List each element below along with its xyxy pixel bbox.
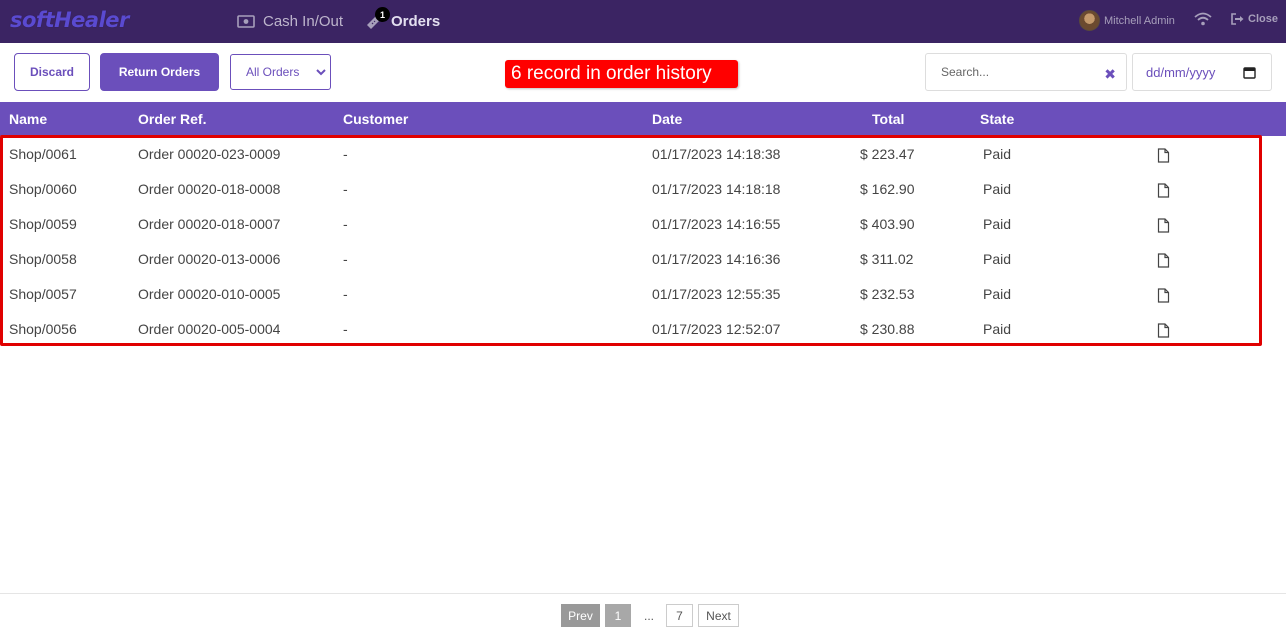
receipt-document-icon[interactable] bbox=[1157, 148, 1170, 168]
close-label: Close bbox=[1248, 13, 1278, 25]
clear-search-icon[interactable]: ✖ bbox=[1104, 66, 1116, 83]
cell-date: 01/17/2023 12:55:35 bbox=[652, 286, 781, 302]
cell-total: $ 162.90 bbox=[860, 181, 915, 197]
pagination-next-button[interactable]: Next bbox=[698, 604, 739, 627]
user-name: Mitchell Admin bbox=[1104, 14, 1175, 27]
pagination-page-last[interactable]: 7 bbox=[666, 604, 693, 627]
cell-state: Paid bbox=[983, 286, 1012, 302]
column-header-customer: Customer bbox=[343, 111, 409, 127]
column-header-total: Total bbox=[872, 111, 905, 127]
pagination-ellipsis: ... bbox=[643, 608, 654, 623]
table-row[interactable]: Shop/0058 Order 00020-013-0006 - 01/17/2023… bbox=[0, 242, 1286, 277]
cell-order-ref: Order 00020-018-0007 bbox=[138, 216, 281, 232]
cell-name: Shop/0061 bbox=[9, 146, 77, 162]
search-placeholder: Search... bbox=[941, 65, 990, 79]
cell-name: Shop/0056 bbox=[9, 321, 77, 337]
table-row[interactable]: Shop/0059 Order 00020-018-0007 - 01/17/2023… bbox=[0, 207, 1286, 242]
table-row[interactable]: Shop/0056 Order 00020-005-0004 - 01/17/2023… bbox=[0, 312, 1286, 347]
cell-date: 01/17/2023 14:18:18 bbox=[652, 181, 781, 197]
search-input[interactable]: Search... ✖ bbox=[925, 53, 1127, 91]
nav-orders-label: Orders bbox=[391, 13, 441, 30]
cell-order-ref: Order 00020-010-0005 bbox=[138, 286, 281, 302]
receipt-document-icon[interactable] bbox=[1157, 183, 1170, 203]
close-button[interactable]: Close bbox=[1231, 13, 1278, 25]
calendar-icon[interactable] bbox=[1243, 66, 1256, 82]
discard-button[interactable]: Discard bbox=[14, 53, 90, 91]
chevron-down-icon bbox=[316, 66, 326, 81]
cell-date: 01/17/2023 14:16:55 bbox=[652, 216, 781, 232]
nav-orders[interactable]: 1 Orders bbox=[365, 0, 440, 43]
cell-customer: - bbox=[343, 146, 348, 162]
wifi-icon bbox=[1194, 12, 1212, 31]
pagination-prev-button[interactable]: Prev bbox=[561, 604, 600, 627]
receipt-document-icon[interactable] bbox=[1157, 253, 1170, 273]
cell-total: $ 223.47 bbox=[860, 146, 915, 162]
column-header-name: Name bbox=[9, 111, 48, 127]
sign-out-icon bbox=[1231, 13, 1244, 25]
cell-customer: - bbox=[343, 216, 348, 232]
column-header-order-ref: Order Ref. bbox=[138, 111, 207, 127]
top-bar: softHealer Cash In/Out 1 Orders Mitchell… bbox=[0, 0, 1286, 43]
table-row[interactable]: Shop/0057 Order 00020-010-0005 - 01/17/2023… bbox=[0, 277, 1286, 312]
nav-cash-label: Cash In/Out bbox=[263, 13, 344, 30]
cell-state: Paid bbox=[983, 216, 1012, 232]
column-header-date: Date bbox=[652, 111, 683, 127]
user-menu[interactable]: Mitchell Admin bbox=[1079, 10, 1175, 31]
footer-divider bbox=[0, 593, 1286, 594]
cell-date: 01/17/2023 12:52:07 bbox=[652, 321, 781, 337]
cell-name: Shop/0059 bbox=[9, 216, 77, 232]
date-filter-input[interactable]: dd/mm/yyyy bbox=[1132, 53, 1272, 91]
cell-order-ref: Order 00020-023-0009 bbox=[138, 146, 281, 162]
table-row[interactable]: Shop/0061 Order 00020-023-0009 - 01/17/2023… bbox=[0, 137, 1286, 172]
cell-total: $ 311.02 bbox=[860, 251, 914, 267]
cell-total: $ 230.88 bbox=[860, 321, 915, 337]
cell-name: Shop/0060 bbox=[9, 181, 77, 197]
cell-date: 01/17/2023 14:16:36 bbox=[652, 251, 781, 267]
order-filter-value: All Orders bbox=[246, 65, 300, 79]
cell-total: $ 403.90 bbox=[860, 216, 915, 232]
cell-order-ref: Order 00020-013-0006 bbox=[138, 251, 281, 267]
orders-table-header: Name Order Ref. Customer Date Total Stat… bbox=[0, 102, 1286, 136]
cell-customer: - bbox=[343, 251, 348, 267]
cell-name: Shop/0057 bbox=[9, 286, 77, 302]
cell-state: Paid bbox=[983, 181, 1012, 197]
record-count-annotation: 6 record in order history bbox=[505, 60, 738, 88]
avatar bbox=[1079, 10, 1100, 31]
nav-cash-in-out[interactable]: Cash In/Out bbox=[237, 0, 343, 43]
orders-count-badge: 1 bbox=[375, 7, 390, 22]
cell-customer: - bbox=[343, 181, 348, 197]
cash-icon bbox=[237, 15, 255, 28]
cell-state: Paid bbox=[983, 146, 1012, 162]
receipt-document-icon[interactable] bbox=[1157, 323, 1170, 343]
cell-order-ref: Order 00020-018-0008 bbox=[138, 181, 281, 197]
return-orders-button[interactable]: Return Orders bbox=[100, 53, 219, 91]
column-header-state: State bbox=[980, 111, 1015, 127]
date-placeholder: dd/mm/yyyy bbox=[1146, 64, 1216, 80]
cell-state: Paid bbox=[983, 251, 1012, 267]
cell-state: Paid bbox=[983, 321, 1012, 337]
cell-customer: - bbox=[343, 286, 348, 302]
order-filter-select[interactable]: All Orders bbox=[230, 54, 331, 90]
cell-name: Shop/0058 bbox=[9, 251, 77, 267]
table-row[interactable]: Shop/0060 Order 00020-018-0008 - 01/17/2023… bbox=[0, 172, 1286, 207]
cell-total: $ 232.53 bbox=[860, 286, 915, 302]
receipt-document-icon[interactable] bbox=[1157, 288, 1170, 308]
cell-customer: - bbox=[343, 321, 348, 337]
pagination-page-current[interactable]: 1 bbox=[605, 604, 631, 627]
cell-date: 01/17/2023 14:18:38 bbox=[652, 146, 781, 162]
receipt-document-icon[interactable] bbox=[1157, 218, 1170, 238]
cell-order-ref: Order 00020-005-0004 bbox=[138, 321, 281, 337]
app-logo: softHealer bbox=[10, 8, 129, 32]
